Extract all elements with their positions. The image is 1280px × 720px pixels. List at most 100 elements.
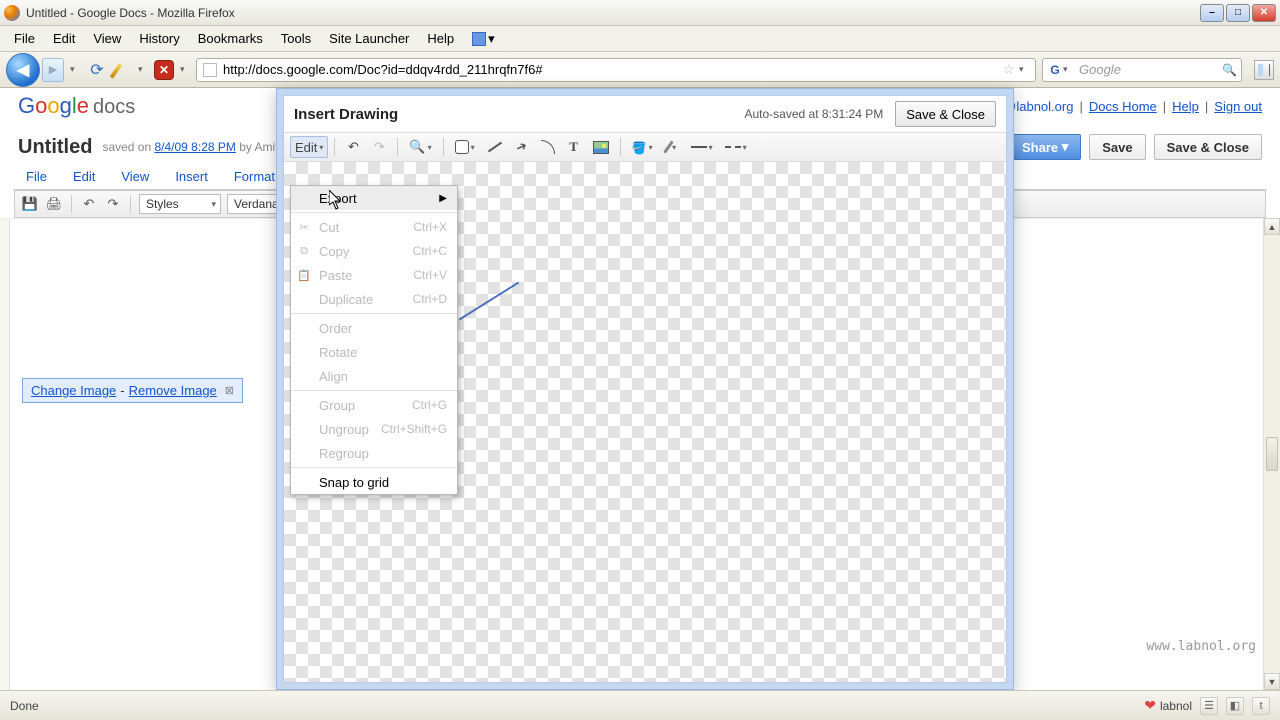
toolbar-save-icon[interactable]: 💾: [21, 195, 39, 213]
menu-snap-to-grid[interactable]: Snap to grid: [291, 470, 457, 494]
menu-paste: 📋PasteCtrl+V: [291, 263, 457, 287]
vertical-ruler: [0, 219, 10, 690]
new-tab-icon[interactable]: [472, 32, 486, 46]
drawing-fill-icon[interactable]: ▾: [627, 136, 658, 158]
menu-cut: ✂CutCtrl+X: [291, 215, 457, 239]
window-title: Untitled - Google Docs - Mozilla Firefox: [26, 6, 1200, 20]
drawing-arrow-icon[interactable]: [510, 136, 534, 158]
doc-title[interactable]: Untitled: [18, 136, 92, 159]
bookmark-labnol[interactable]: labnol: [1160, 699, 1192, 713]
google-logo-icon: G: [1047, 62, 1063, 78]
url-text: http://docs.google.com/Doc?id=ddqv4rdd_2…: [223, 62, 998, 77]
ff-menu-file[interactable]: File: [6, 28, 43, 49]
firefox-icon: [4, 5, 20, 21]
ff-menu-history[interactable]: History: [131, 28, 187, 49]
search-box[interactable]: G ▾ Google 🔍: [1042, 58, 1242, 82]
window-titlebar: Untitled - Google Docs - Mozilla Firefox…: [0, 0, 1280, 26]
status-addon-icon-3[interactable]: t: [1252, 697, 1270, 715]
menu-align: Align: [291, 364, 457, 388]
drawing-linecolor-icon[interactable]: ▾: [660, 136, 684, 158]
autosave-label: Auto-saved at 8:31:24 PM: [744, 107, 883, 121]
drawing-lineweight-icon[interactable]: ▾: [686, 136, 718, 158]
toolbar-print-icon[interactable]: 🖨: [45, 195, 63, 213]
status-text: Done: [10, 699, 39, 713]
ff-menu-view[interactable]: View: [85, 28, 129, 49]
drawing-linedash-icon[interactable]: ▾: [720, 136, 752, 158]
ff-menu-help[interactable]: Help: [419, 28, 462, 49]
styles-select[interactable]: Styles: [139, 194, 221, 214]
menu-copy: ⧉CopyCtrl+C: [291, 239, 457, 263]
page-favicon: [203, 63, 217, 77]
url-dropdown-icon[interactable]: ▾: [1019, 64, 1029, 75]
help-link[interactable]: Help: [1172, 99, 1199, 114]
stop-dropdown-icon[interactable]: ▾: [180, 64, 190, 75]
firefox-nav-toolbar: ◀ ▶ ▾ ⟳ ▾ ✕ ▾ http://docs.google.com/Doc…: [0, 52, 1280, 88]
docs-menu-edit[interactable]: Edit: [61, 165, 107, 188]
image-options-toolbar: Change Image - Remove Image ⊠: [22, 378, 243, 403]
menu-group: GroupCtrl+G: [291, 393, 457, 417]
window-maximize-button[interactable]: □: [1226, 4, 1250, 22]
toolbar-undo-icon[interactable]: ↶: [80, 195, 98, 213]
drawing-zoom-icon[interactable]: 🔍▾: [404, 136, 436, 158]
remove-image-link[interactable]: Remove Image: [129, 383, 217, 398]
docs-menu-file[interactable]: File: [14, 165, 59, 188]
status-addon-icon-1[interactable]: ☰: [1200, 697, 1218, 715]
vertical-scrollbar[interactable]: ▲ ▼: [1263, 218, 1280, 690]
address-bar[interactable]: http://docs.google.com/Doc?id=ddqv4rdd_2…: [196, 58, 1036, 82]
image-toolbar-close-icon[interactable]: ⊠: [225, 384, 234, 397]
scroll-thumb[interactable]: [1266, 437, 1278, 471]
reload-button[interactable]: ⟳: [86, 59, 108, 81]
status-addon-icon-2[interactable]: ◧: [1226, 697, 1244, 715]
search-engine-dropdown-icon[interactable]: ▾: [1063, 64, 1073, 75]
window-close-button[interactable]: ✕: [1252, 4, 1276, 22]
save-and-close-button[interactable]: Save & Close: [1154, 134, 1262, 160]
window-minimize-button[interactable]: –: [1200, 4, 1224, 22]
dialog-title: Insert Drawing: [294, 106, 398, 123]
drawing-image-icon[interactable]: [588, 136, 614, 158]
sidebar-toggle-button[interactable]: [1254, 60, 1274, 80]
menu-export[interactable]: Export▶: [291, 186, 457, 210]
watermark: www.labnol.org: [1146, 639, 1256, 654]
scroll-down-arrow-icon[interactable]: ▼: [1264, 673, 1280, 690]
docs-menu-insert[interactable]: Insert: [163, 165, 220, 188]
ff-menu-sitelauncher[interactable]: Site Launcher: [321, 28, 417, 49]
share-button[interactable]: Share ▾: [1009, 134, 1081, 160]
forward-button[interactable]: ▶: [42, 58, 64, 82]
bookmark-star-icon[interactable]: ☆: [1002, 61, 1015, 78]
back-button[interactable]: ◀: [6, 53, 40, 87]
nav-history-dropdown-icon[interactable]: ▾: [70, 64, 80, 75]
drawing-edit-menu-button[interactable]: Edit▾: [290, 136, 328, 158]
docs-menu-view[interactable]: View: [109, 165, 161, 188]
dialog-save-close-button[interactable]: Save & Close: [895, 101, 996, 127]
drawing-shape-icon[interactable]: ▾: [450, 136, 480, 158]
highlighter-icon[interactable]: [114, 61, 132, 79]
ff-menu-tools[interactable]: Tools: [273, 28, 319, 49]
stop-button[interactable]: ✕: [154, 60, 174, 80]
scroll-up-arrow-icon[interactable]: ▲: [1264, 218, 1280, 235]
sign-out-link[interactable]: Sign out: [1214, 99, 1262, 114]
menu-duplicate: DuplicateCtrl+D: [291, 287, 457, 311]
highlighter-dropdown-icon[interactable]: ▾: [138, 64, 148, 75]
google-docs-logo[interactable]: Googledocs: [18, 93, 135, 119]
ff-menu-bookmarks[interactable]: Bookmarks: [190, 28, 271, 49]
drawing-line-icon[interactable]: [482, 136, 508, 158]
menu-ungroup: UngroupCtrl+Shift+G: [291, 417, 457, 441]
change-image-link[interactable]: Change Image: [31, 383, 116, 398]
drawn-line-shape[interactable]: [459, 282, 519, 321]
tab-dropdown-icon[interactable]: ▾: [488, 31, 496, 47]
menu-regroup: Regroup: [291, 441, 457, 465]
ff-menu-edit[interactable]: Edit: [45, 28, 83, 49]
drawing-curve-icon[interactable]: [536, 136, 560, 158]
drawing-textbox-icon[interactable]: T: [562, 136, 586, 158]
menu-rotate: Rotate: [291, 340, 457, 364]
firefox-statusbar: Done ❤ labnol ☰ ◧ t: [0, 690, 1280, 720]
search-go-icon[interactable]: 🔍: [1222, 63, 1237, 77]
bookmark-heart-icon[interactable]: ❤: [1144, 697, 1156, 714]
menu-order: Order: [291, 316, 457, 340]
toolbar-redo-icon[interactable]: ↷: [104, 195, 122, 213]
drawing-redo-icon[interactable]: ↷: [367, 136, 391, 158]
dialog-header: Insert Drawing Auto-saved at 8:31:24 PM …: [284, 96, 1006, 132]
save-button[interactable]: Save: [1089, 134, 1145, 160]
drawing-undo-icon[interactable]: ↶: [341, 136, 365, 158]
docs-home-link[interactable]: Docs Home: [1089, 99, 1157, 114]
